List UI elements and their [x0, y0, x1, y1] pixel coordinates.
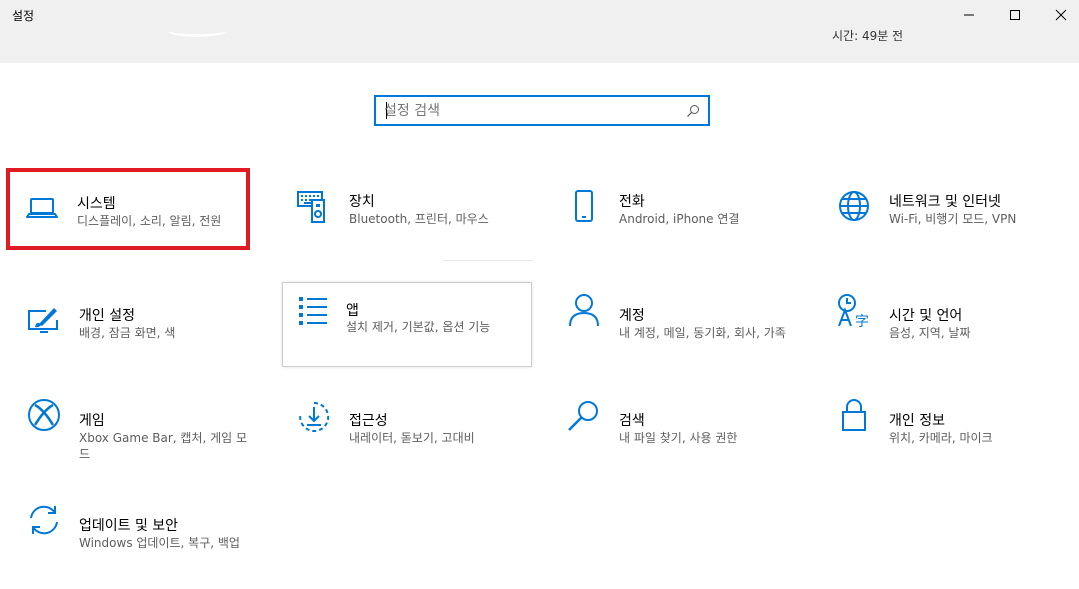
- tile-search[interactable]: 검색 내 파일 찾기, 사용 권한: [550, 387, 796, 471]
- svg-text:字: 字: [855, 314, 869, 328]
- tile-gaming-description: Xbox Game Bar, 캡처, 게임 모드: [79, 431, 248, 461]
- minimize-icon: [964, 14, 974, 16]
- tile-devices[interactable]: 장치 Bluetooth, 프린터, 마우스: [280, 168, 526, 252]
- tile-privacy-description: 위치, 카메라, 마이크: [889, 431, 993, 445]
- close-icon: [1055, 9, 1067, 21]
- tile-accessibility-title: 접근성: [349, 413, 388, 429]
- lock-icon: [842, 399, 866, 431]
- tile-devices-description: Bluetooth, 프린터, 마우스: [349, 212, 489, 226]
- maximize-button[interactable]: [992, 0, 1038, 30]
- tile-gaming-title: 게임: [79, 413, 105, 429]
- tile-gaming[interactable]: 게임 Xbox Game Bar, 캡처, 게임 모드: [10, 387, 256, 471]
- minimize-button[interactable]: [946, 0, 992, 30]
- tile-apps[interactable]: 앱 설치 제거, 기본값, 옵션 기능: [282, 282, 532, 367]
- tile-phone[interactable]: 전화 Android, iPhone 연결: [550, 168, 796, 252]
- tile-devices-title: 장치: [349, 194, 375, 210]
- tile-search-description: 내 파일 찾기, 사용 권한: [619, 431, 738, 445]
- tile-time-language[interactable]: 字 시간 및 언어 음성, 지역, 날짜: [820, 282, 1066, 366]
- xbox-icon: [28, 399, 60, 431]
- person-icon: [569, 294, 599, 327]
- tile-phone-description: Android, iPhone 연결: [619, 212, 740, 226]
- tile-accessibility[interactable]: 접근성 내레이터, 돋보기, 고대비: [280, 387, 526, 471]
- tile-apps-title: 앱: [346, 303, 359, 319]
- time-language-icon: 字: [838, 294, 869, 328]
- phone-icon: [575, 190, 593, 222]
- tile-update-security[interactable]: 업데이트 및 보안 Windows 업데이트, 복구, 백업: [10, 492, 256, 576]
- search-icon[interactable]: [686, 104, 700, 118]
- header-status-text: 시간: 49분 전: [832, 29, 904, 43]
- tile-update-security-title: 업데이트 및 보안: [79, 518, 179, 534]
- laptop-icon: [26, 198, 58, 218]
- tile-accounts-title: 계정: [619, 308, 645, 324]
- apps-list-icon: [299, 297, 327, 325]
- tile-accounts[interactable]: 계정 내 계정, 메일, 동기화, 회사, 가족: [550, 282, 796, 366]
- tile-network-description: Wi-Fi, 비행기 모드, VPN: [889, 212, 1017, 226]
- header-decoration: [168, 25, 226, 37]
- title-bar: 설정 시간: 49분 전: [0, 0, 1079, 63]
- tile-network-title: 네트워크 및 인터넷: [889, 194, 1001, 210]
- tile-phone-title: 전화: [619, 194, 645, 210]
- search-box[interactable]: [374, 95, 710, 126]
- tile-system-description: 디스플레이, 소리, 알림, 전원: [77, 214, 222, 228]
- close-button[interactable]: [1038, 0, 1079, 30]
- accessibility-icon: [299, 401, 330, 432]
- tile-system-title: 시스템: [77, 196, 116, 212]
- sync-icon: [30, 505, 58, 535]
- search-input[interactable]: [384, 102, 674, 120]
- tile-update-security-description: Windows 업데이트, 복구, 백업: [79, 536, 240, 550]
- paint-brush-icon: [28, 308, 58, 333]
- tile-personalization[interactable]: 개인 설정 배경, 잠금 화면, 색: [10, 282, 256, 366]
- tile-network[interactable]: 네트워크 및 인터넷 Wi-Fi, 비행기 모드, VPN: [820, 168, 1066, 252]
- maximize-icon: [1010, 10, 1020, 20]
- tile-privacy[interactable]: 개인 정보 위치, 카메라, 마이크: [820, 387, 1066, 471]
- tile-system[interactable]: 시스템 디스플레이, 소리, 알림, 전원: [6, 168, 250, 250]
- tile-accessibility-description: 내레이터, 돋보기, 고대비: [349, 431, 475, 445]
- keyboard-devices-icon: [297, 191, 325, 223]
- tile-personalization-title: 개인 설정: [79, 308, 135, 324]
- tile-accounts-description: 내 계정, 메일, 동기화, 회사, 가족: [619, 326, 786, 340]
- tile-apps-description: 설치 제거, 기본값, 옵션 기능: [346, 320, 491, 334]
- tile-search-title: 검색: [619, 413, 645, 429]
- divider: [443, 260, 533, 261]
- tile-privacy-title: 개인 정보: [889, 413, 945, 429]
- tile-time-language-description: 음성, 지역, 날짜: [889, 326, 971, 340]
- window-title: 설정: [12, 9, 35, 23]
- globe-icon: [839, 191, 869, 221]
- search-icon: [568, 401, 598, 431]
- tile-personalization-description: 배경, 잠금 화면, 색: [79, 326, 176, 340]
- tile-time-language-title: 시간 및 언어: [889, 308, 963, 324]
